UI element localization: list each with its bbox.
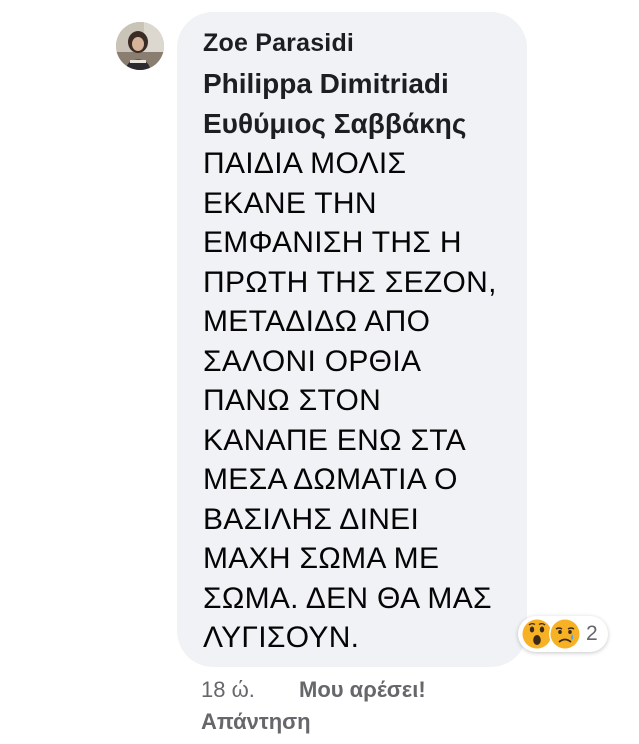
comment-text-line: ΠΑΝΩ ΣΤΟΝ: [203, 384, 382, 417]
tagged-users: Philippa Dimitriadi Ευθύμιος Σαββάκης: [203, 64, 503, 144]
avatar[interactable]: [116, 22, 164, 70]
comment-meta: 18 ώ. Μου αρέσει!: [201, 676, 426, 704]
comment-text: ΠΑΙΔΙΑ ΜΟΛΙΣ ΕΚΑΝΕ ΤΗΝ ΕΜΦΑΝΙΣΗ ΤΗΣ Η ΠΡ…: [203, 144, 503, 658]
tagged-user[interactable]: Philippa Dimitriadi: [203, 64, 503, 104]
tagged-user[interactable]: Ευθύμιος Σαββάκης: [203, 104, 503, 144]
comment-text-line: ΠΡΩΤΗ ΤΗΣ ΣΕΖΟΝ,: [203, 265, 497, 299]
sad-icon: [549, 618, 581, 650]
comment-text-line: ΜΑΧΗ ΣΩΜΑ ΜΕ: [203, 542, 440, 575]
reply-button[interactable]: Απάντηση: [201, 708, 311, 736]
comment-bubble: Zoe Parasidi Philippa Dimitriadi Ευθύμιο…: [177, 12, 527, 667]
reaction-count: 2: [586, 622, 598, 645]
comment-author[interactable]: Zoe Parasidi: [203, 28, 503, 58]
comment-text-line: ΣΩΜΑ. ΔΕΝ ΘΑ ΜΑΣ: [203, 581, 492, 615]
comment-text-line: ΕΚΑΝΕ ΤΗΝ: [203, 186, 377, 220]
comment-text-line: ΜΕΤΑΔΙΔΩ ΑΠΟ: [203, 305, 431, 338]
comment-text-line: ΛΥΓΙΣΟΥΝ.: [203, 621, 360, 654]
comment-text-line: ΣΑΛΟΝΙ ΟΡΘΙΑ: [203, 344, 422, 378]
like-button[interactable]: Μου αρέσει!: [299, 676, 426, 704]
comment: Zoe Parasidi Philippa Dimitriadi Ευθύμιο…: [0, 0, 639, 744]
comment-text-line: ΕΜΦΑΝΙΣΗ ΤΗΣ Η: [203, 226, 462, 259]
profile-photo-icon: [116, 22, 164, 70]
comment-text-line: ΚΑΝΑΠΕ ΕΝΩ ΣΤΑ: [203, 423, 466, 457]
comment-time[interactable]: 18 ώ.: [201, 676, 255, 704]
comment-text-line: ΜΕΣΑ ΔΩΜΑΤΙΑ Ο: [203, 463, 458, 496]
reactions-summary[interactable]: 2: [518, 616, 608, 652]
comment-text-line: ΒΑΣΙΛΗΣ ΔΙΝΕΙ: [203, 502, 420, 536]
comment-text-line: ΠΑΙΔΙΑ ΜΟΛΙΣ: [203, 147, 407, 180]
